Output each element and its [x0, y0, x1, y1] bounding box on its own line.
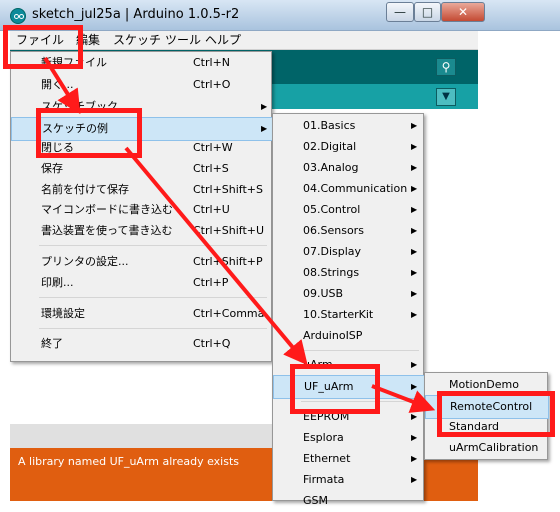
arrow-to-uf-uarm — [124, 146, 308, 366]
annotation-arrows — [43, 56, 436, 413]
arrow-to-examples — [43, 56, 81, 115]
arrow-to-remote-control — [371, 384, 436, 413]
